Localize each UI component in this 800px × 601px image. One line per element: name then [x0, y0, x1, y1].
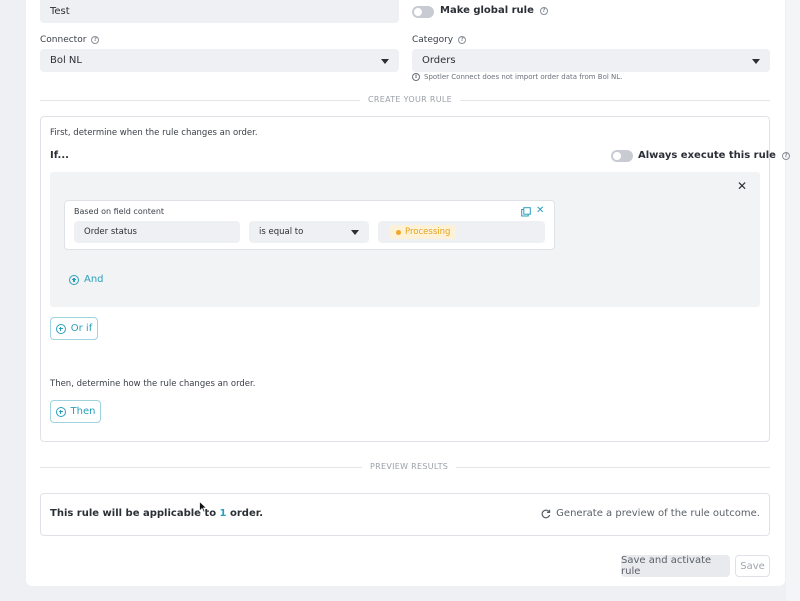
mouse-cursor-icon [199, 501, 207, 513]
global-rule-label: Make global rule [440, 5, 534, 16]
save-and-activate-button[interactable]: Save and activate rule [621, 555, 730, 577]
status-badge: Processing [390, 225, 457, 239]
condition-operator-select[interactable]: is equal to [249, 221, 369, 243]
copy-icon[interactable] [521, 207, 531, 217]
category-select[interactable]: Orders [412, 49, 770, 72]
if-label: If... [50, 150, 69, 161]
rule-name-input[interactable]: Test [40, 0, 399, 23]
chevron-down-icon [752, 58, 760, 64]
plus-circle-icon [55, 406, 66, 417]
connector-select[interactable]: Bol NL [40, 49, 399, 72]
then-button[interactable]: Then [50, 400, 101, 423]
category-note-text: Spotler Connect does not import order da… [424, 73, 623, 81]
help-icon[interactable]: ? [91, 36, 100, 44]
chevron-down-icon [351, 230, 359, 235]
category-label-wrap: Category ? [412, 35, 467, 45]
then-intro-text: Then, determine how the rule changes an … [50, 379, 256, 389]
preview-text-before: This rule will be applicable to [50, 508, 220, 519]
always-execute-label: Always execute this rule [638, 150, 776, 161]
connector-label-wrap: Connector ? [40, 35, 100, 45]
preview-count: 1 [219, 508, 227, 519]
chevron-down-icon [381, 58, 389, 64]
help-icon[interactable]: ? [781, 151, 790, 160]
category-note: i Spotler Connect does not import order … [412, 73, 622, 81]
category-value: Orders [422, 55, 456, 66]
save-button[interactable]: Save [735, 555, 770, 577]
always-execute-toggle[interactable] [611, 150, 633, 162]
preview-heading: PREVIEW RESULTS [362, 462, 457, 471]
remove-condition-close-icon[interactable]: ✕ [536, 206, 544, 216]
connector-value: Bol NL [50, 55, 82, 66]
condition-operator-value: is equal to [259, 227, 304, 237]
condition-title: Based on field content [74, 207, 165, 216]
remove-group-close-icon[interactable]: ✕ [737, 180, 747, 192]
rule-name-value: Test [50, 6, 70, 17]
generate-preview-label: Generate a preview of the rule outcome. [556, 508, 760, 519]
create-rule-heading: CREATE YOUR RULE [360, 95, 460, 104]
plus-circle-icon [69, 274, 79, 285]
condition-field-select[interactable]: Order status [74, 221, 240, 243]
status-dot-icon [396, 229, 401, 235]
status-badge-text: Processing [405, 227, 451, 237]
then-label: Then [70, 406, 96, 417]
help-icon[interactable]: ? [539, 6, 548, 15]
rule-intro-text: First, determine when the rule changes a… [50, 128, 258, 138]
condition-field-value: Order status [84, 227, 137, 237]
scrollbar[interactable] [786, 0, 800, 601]
info-icon: i [412, 73, 420, 81]
generate-preview-button[interactable]: Generate a preview of the rule outcome. [541, 508, 760, 519]
plus-circle-icon [55, 323, 66, 334]
condition-value-select[interactable]: Processing [378, 221, 545, 243]
global-rule-toggle[interactable] [412, 6, 434, 18]
global-rule-label-wrap: Make global rule ? [440, 5, 548, 16]
add-and-condition-button[interactable]: And [69, 274, 104, 285]
preview-summary: This rule will be applicable to 1 order. [50, 508, 263, 519]
category-label: Category [412, 35, 454, 45]
or-if-label: Or if [70, 323, 93, 334]
and-label: And [84, 274, 104, 285]
always-execute-wrap: Always execute this rule ? [638, 150, 790, 161]
help-icon[interactable]: ? [458, 36, 467, 44]
preview-text-after: order. [226, 508, 264, 519]
refresh-icon [541, 509, 551, 518]
or-if-button[interactable]: Or if [50, 317, 98, 340]
connector-label: Connector [40, 35, 87, 45]
